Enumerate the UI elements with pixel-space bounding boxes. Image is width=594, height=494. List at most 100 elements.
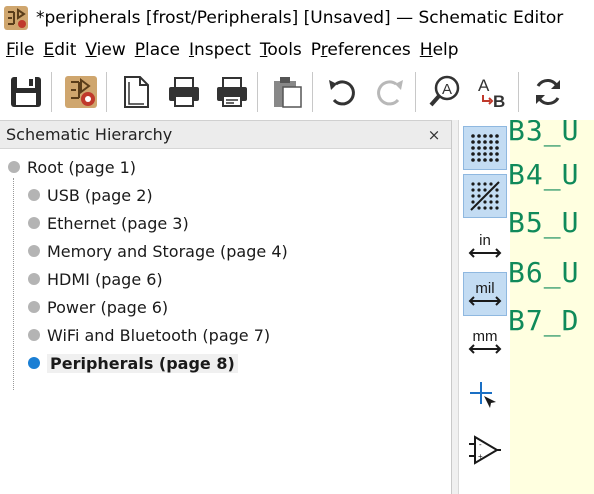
panel-header: Schematic Hierarchy ×	[0, 121, 451, 149]
units-inches-icon: in	[468, 232, 502, 258]
menu-edit[interactable]: Edit	[43, 40, 76, 60]
menu-preferences[interactable]: Preferences	[311, 40, 411, 60]
net-label[interactable]: B3_U	[510, 120, 579, 147]
tree-item-memory-storage[interactable]: Memory and Storage (page 4)	[0, 237, 451, 265]
window-title: *peripherals [frost/Peripherals] [Unsave…	[36, 8, 564, 28]
menu-inspect[interactable]: Inspect	[189, 40, 251, 60]
toolbar-separator	[415, 72, 416, 112]
toolbar-separator	[51, 72, 52, 112]
toolbar-separator	[106, 72, 107, 112]
bullet-icon	[8, 161, 20, 173]
menu-place[interactable]: Place	[135, 40, 180, 60]
plot-button[interactable]	[210, 70, 254, 114]
paste-button[interactable]	[265, 70, 309, 114]
menu-file[interactable]: File	[6, 40, 34, 60]
title-bar: *peripherals [frost/Peripherals] [Unsave…	[0, 0, 594, 36]
panel-title: Schematic Hierarchy	[6, 125, 173, 144]
menu-help[interactable]: Help	[420, 40, 459, 60]
tree-item-root[interactable]: Root (page 1)	[0, 153, 451, 181]
show-grid-button[interactable]	[463, 126, 507, 170]
current-sheet-bullet-icon	[28, 357, 40, 369]
units-inches-button[interactable]: in	[463, 224, 507, 268]
print-button[interactable]	[162, 70, 206, 114]
eeschema-app-icon	[4, 6, 28, 30]
refresh-icon	[536, 79, 560, 105]
svg-text:+: +	[478, 452, 483, 461]
tree-item-label: Root (page 1)	[27, 157, 137, 177]
grid-overrides-button[interactable]	[463, 174, 507, 218]
page-settings-icon	[124, 76, 149, 108]
grid-icon	[471, 134, 499, 162]
find-replace-button[interactable]: A B	[471, 70, 515, 114]
tree-item-label: Peripherals (page 8)	[47, 353, 238, 373]
undo-icon	[329, 80, 355, 106]
units-mm-button[interactable]: mm	[463, 320, 507, 364]
bullet-icon	[28, 329, 40, 341]
main-toolbar: A A B	[0, 66, 594, 118]
redo-icon	[377, 80, 403, 106]
tree-item-power[interactable]: Power (page 6)	[0, 293, 451, 321]
schematic-canvas[interactable]: B3_U B4_U B5_U B6_U B7_D	[510, 120, 594, 494]
net-label[interactable]: B5_U	[510, 206, 579, 239]
find-button[interactable]: A	[423, 70, 467, 114]
toolbar-separator	[518, 72, 519, 112]
save-icon	[11, 77, 41, 107]
tree-item-label: Power (page 6)	[47, 297, 169, 317]
menu-view[interactable]: View	[85, 40, 125, 60]
plot-icon	[217, 77, 247, 107]
print-icon	[169, 77, 199, 107]
svg-text:A: A	[478, 76, 490, 95]
tree-item-label: HDMI (page 6)	[47, 269, 163, 289]
find-icon: A	[429, 75, 460, 107]
tree-item-hdmi[interactable]: HDMI (page 6)	[0, 265, 451, 293]
grid-override-icon	[470, 181, 500, 211]
tree-item-label: WiFi and Bluetooth (page 7)	[47, 325, 271, 345]
net-label[interactable]: B6_U	[510, 256, 579, 289]
units-mm-icon: mm	[468, 328, 502, 354]
schematic-setup-icon	[65, 76, 97, 108]
tree-item-label: Ethernet (page 3)	[47, 213, 189, 233]
refresh-button[interactable]	[526, 70, 570, 114]
svg-text:in: in	[479, 232, 491, 249]
undo-button[interactable]	[320, 70, 364, 114]
units-mils-button[interactable]: mil	[463, 272, 507, 316]
tree-item-wifi-bluetooth[interactable]: WiFi and Bluetooth (page 7)	[0, 321, 451, 349]
net-label[interactable]: B4_U	[510, 158, 579, 191]
bullet-icon	[28, 189, 40, 201]
hierarchy-tree: Root (page 1) USB (page 2) Ethernet (pag…	[0, 149, 451, 390]
schematic-hierarchy-panel: Schematic Hierarchy × Root (page 1) USB …	[0, 120, 452, 494]
units-mils-icon: mil	[468, 280, 502, 306]
tree-item-ethernet[interactable]: Ethernet (page 3)	[0, 209, 451, 237]
tree-item-usb[interactable]: USB (page 2)	[0, 181, 451, 209]
svg-text:mm: mm	[473, 328, 498, 345]
svg-text:mil: mil	[475, 280, 494, 297]
pin-type-button[interactable]: - +	[463, 428, 507, 472]
bullet-icon	[28, 245, 40, 257]
schematic-setup-button[interactable]	[59, 70, 103, 114]
find-replace-icon: A B	[478, 76, 505, 110]
opamp-icon: - +	[469, 435, 501, 465]
close-icon[interactable]: ×	[425, 126, 443, 144]
redo-button[interactable]	[368, 70, 412, 114]
schematic-editor-window: *peripherals [frost/Peripherals] [Unsave…	[0, 0, 594, 494]
toolbar-separator	[257, 72, 258, 112]
save-button[interactable]	[4, 70, 48, 114]
toolbar-separator	[312, 72, 313, 112]
crosshair-cursor-icon	[470, 382, 496, 408]
svg-text:B: B	[493, 92, 505, 110]
tree-item-peripherals[interactable]: Peripherals (page 8)	[0, 349, 451, 377]
cursor-crosshair-button[interactable]	[463, 374, 507, 418]
paste-icon	[274, 77, 302, 108]
svg-text:-: -	[479, 440, 482, 449]
bullet-icon	[28, 301, 40, 313]
page-settings-button[interactable]	[114, 70, 158, 114]
svg-text:A: A	[442, 81, 452, 98]
left-toolbar: in mil mm - +	[458, 120, 510, 494]
tree-item-label: USB (page 2)	[47, 185, 153, 205]
tree-item-label: Memory and Storage (page 4)	[47, 241, 288, 261]
bullet-icon	[28, 217, 40, 229]
net-label[interactable]: B7_D	[510, 304, 579, 337]
bullet-icon	[28, 273, 40, 285]
menu-bar: File Edit View Place Inspect Tools Prefe…	[0, 36, 594, 64]
menu-tools[interactable]: Tools	[260, 40, 302, 60]
